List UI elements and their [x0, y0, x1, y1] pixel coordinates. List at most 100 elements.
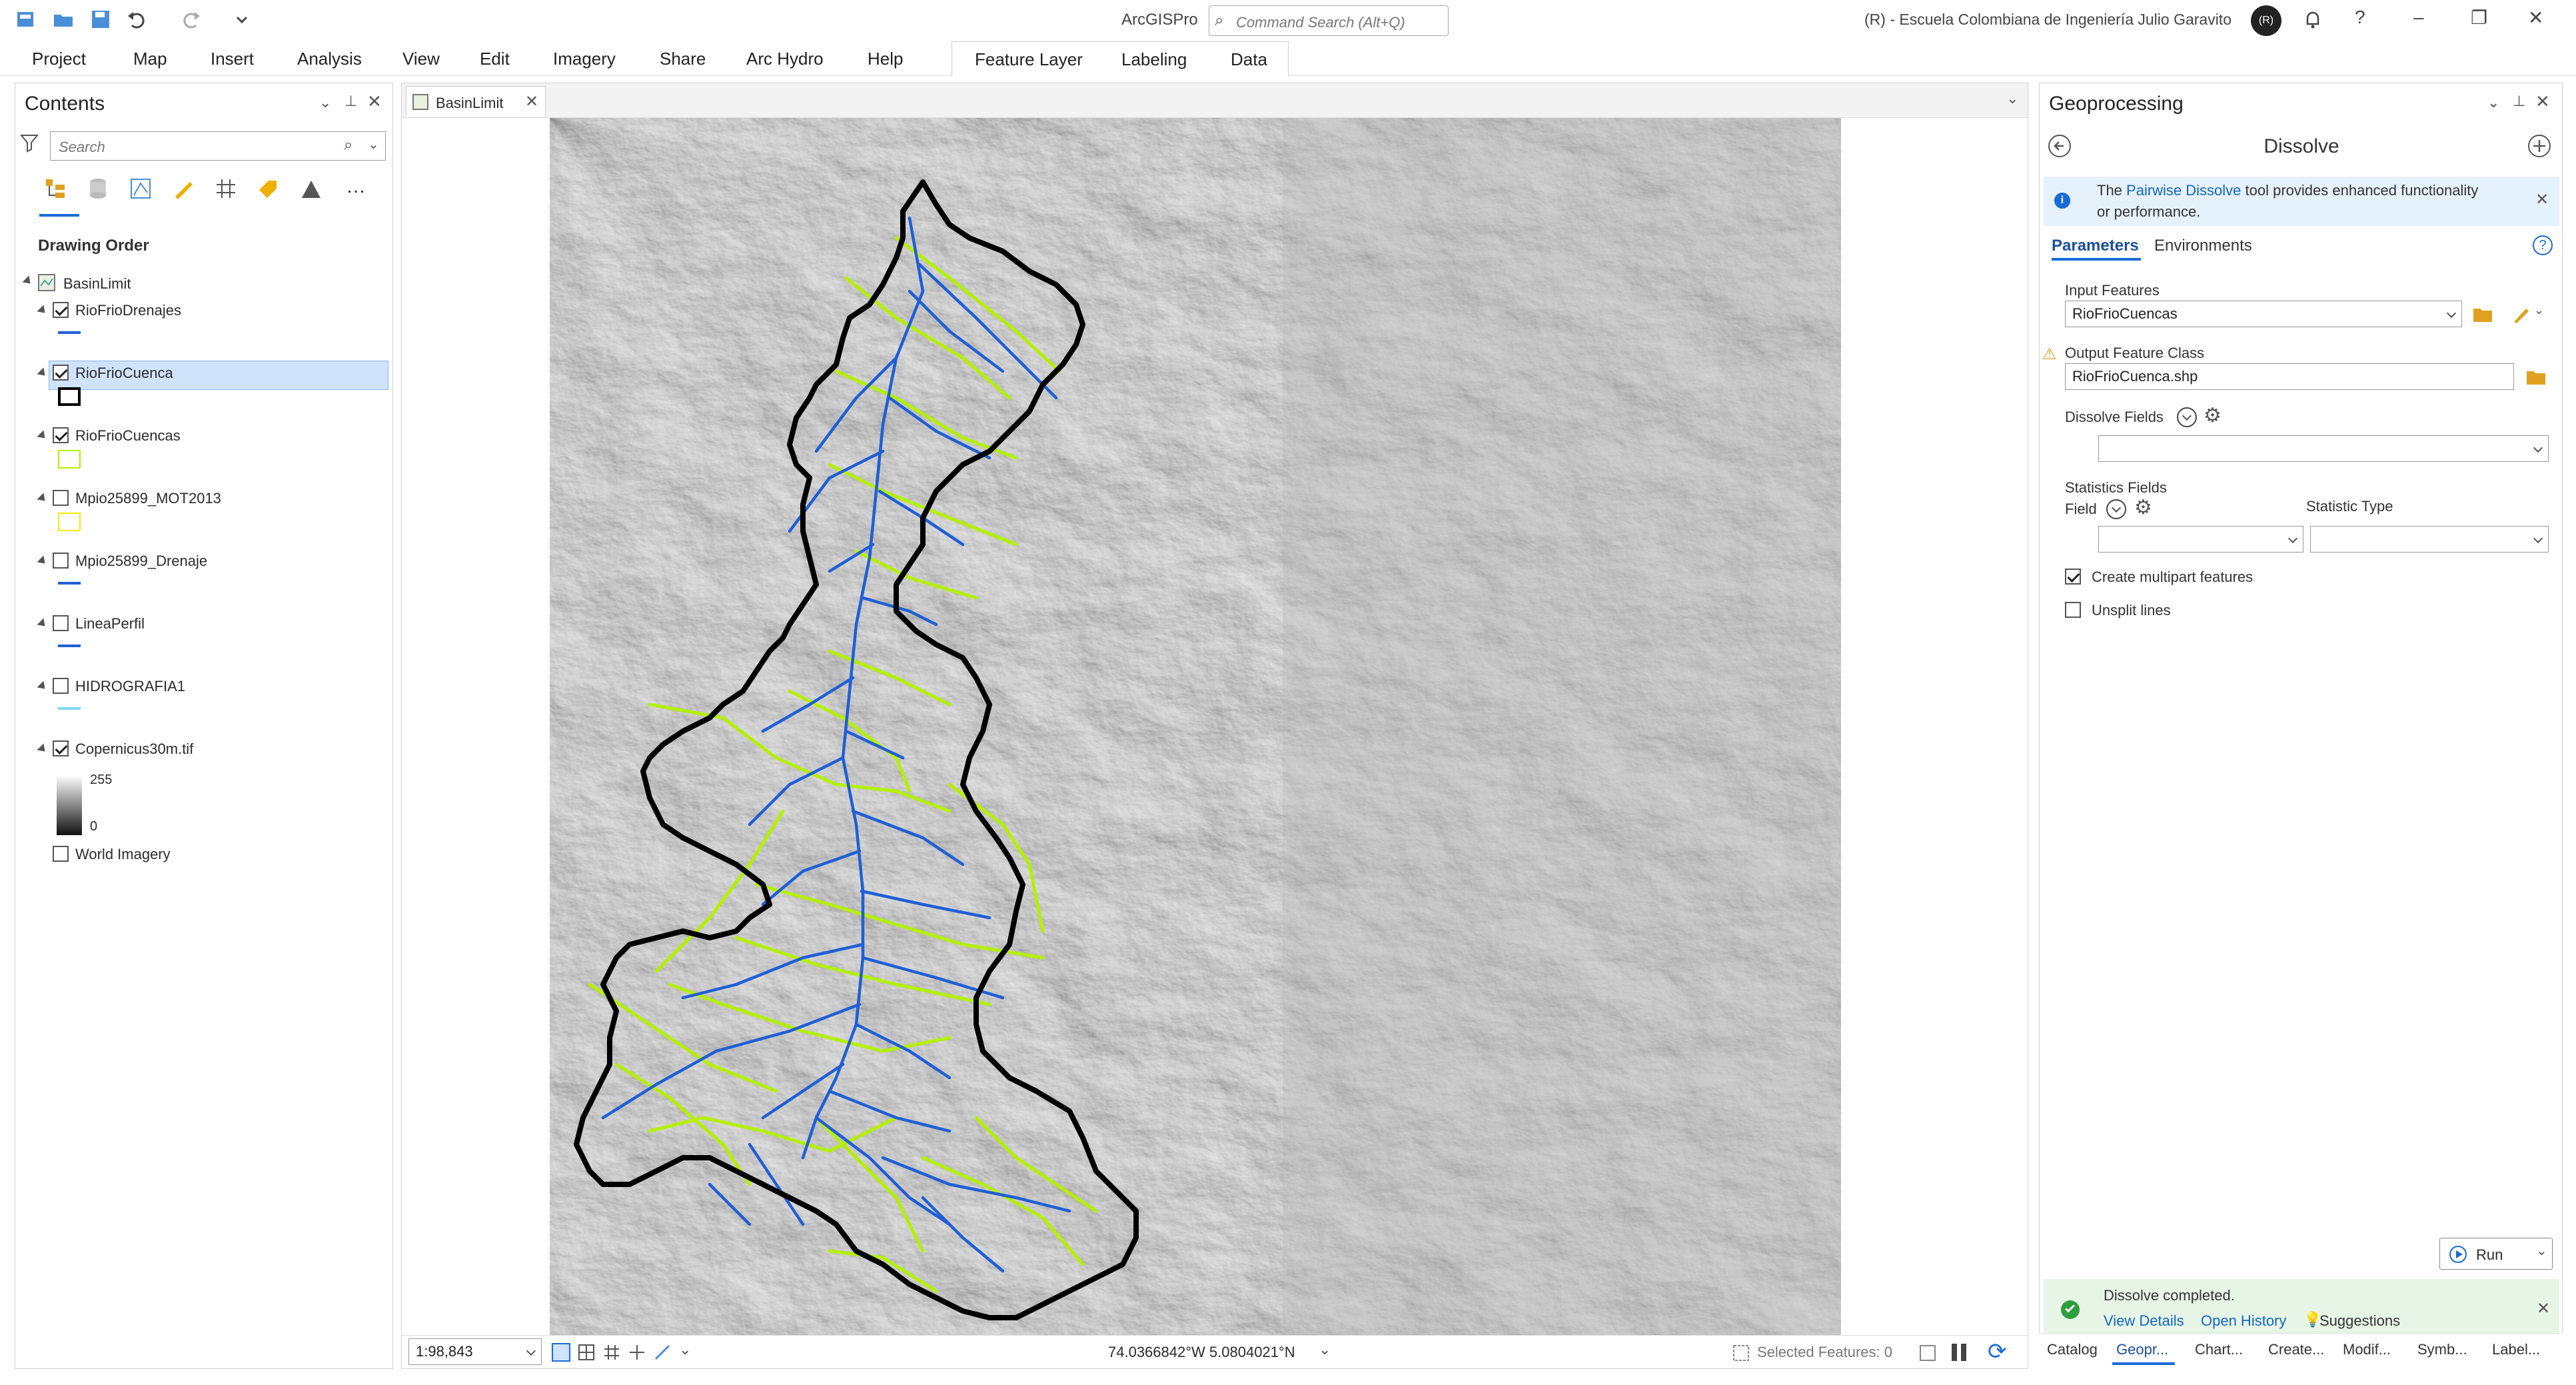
collapse-map-icon[interactable] — [22, 275, 34, 287]
grid-icon[interactable] — [576, 1342, 596, 1362]
tab-share[interactable]: Share — [660, 47, 706, 71]
tab-arc-hydro[interactable]: Arc Hydro — [746, 47, 824, 71]
expand-layer-icon[interactable] — [37, 681, 49, 692]
list-by-snapping-icon[interactable] — [213, 175, 239, 202]
new-project-icon[interactable] — [15, 8, 37, 31]
expand-layer-icon[interactable] — [37, 493, 49, 505]
tab-catalog[interactable]: Catalog — [2047, 1341, 2098, 1358]
line-symbol-swatch[interactable] — [58, 707, 81, 710]
expand-dissolve-fields-icon[interactable] — [2177, 407, 2197, 427]
pairwise-dissolve-link[interactable]: Pairwise Dissolve — [2126, 182, 2241, 199]
selected-features-count[interactable]: Selected Features: 0 — [1757, 1344, 1892, 1361]
tab-view[interactable]: View — [402, 47, 440, 71]
tab-parameters[interactable]: Parameters — [2052, 237, 2139, 255]
tab-data[interactable]: Data — [1231, 47, 1267, 71]
layer-name[interactable]: LineaPerfil — [75, 615, 145, 633]
table-icon[interactable] — [1918, 1344, 1937, 1362]
layer-name[interactable]: HIDROGRAFIA1 — [75, 678, 185, 695]
polygon-symbol-swatch[interactable] — [58, 513, 81, 531]
tab-symbology[interactable]: Symb... — [2417, 1341, 2467, 1358]
expand-layer-icon[interactable] — [37, 305, 49, 317]
map-node-label[interactable]: BasinLimit — [63, 275, 131, 293]
layer-name[interactable]: RioFrioCuencas — [75, 427, 181, 445]
unsplit-lines-checkbox[interactable] — [2065, 602, 2081, 618]
tab-imagery[interactable]: Imagery — [553, 47, 616, 71]
chevron-down-icon[interactable]: ⌄ — [679, 1341, 691, 1358]
correction-icon[interactable] — [652, 1342, 672, 1362]
filter-icon[interactable] — [19, 133, 39, 153]
close-tab-icon[interactable]: ✕ — [525, 92, 538, 111]
map-tab[interactable]: BasinLimit ✕ — [406, 86, 546, 117]
layer-visibility-checkbox[interactable] — [53, 490, 69, 506]
layer-visibility-checkbox[interactable] — [53, 553, 69, 569]
close-info-icon[interactable]: ✕ — [2535, 190, 2549, 209]
layer-name[interactable]: Mpio25899_MOT2013 — [75, 490, 221, 507]
pin-icon[interactable]: ⊥ — [344, 93, 357, 110]
close-pane-icon[interactable]: ✕ — [367, 91, 382, 112]
tab-environments[interactable]: Environments — [2154, 237, 2252, 255]
list-by-data-source-icon[interactable] — [85, 175, 111, 202]
undo-icon[interactable] — [125, 8, 148, 31]
run-button[interactable]: Run ⌄ — [2439, 1238, 2553, 1270]
statistics-field-select[interactable] — [2098, 526, 2303, 553]
restore-icon[interactable]: ❐ — [2471, 7, 2487, 29]
tab-labeling[interactable]: Labeling — [1121, 47, 1187, 71]
tab-help[interactable]: Help — [868, 47, 903, 71]
navigation-tool-icon[interactable] — [551, 1342, 571, 1362]
tab-map[interactable]: Map — [133, 47, 167, 71]
coordinate-format-chevron-icon[interactable]: ⌄ — [1319, 1341, 1331, 1358]
basemap-checkbox[interactable] — [53, 846, 69, 862]
open-history-link[interactable]: Open History — [2201, 1312, 2286, 1330]
layer-visibility-checkbox[interactable] — [53, 365, 69, 381]
chevron-down-icon[interactable]: ⌄ — [2534, 303, 2544, 317]
layer-visibility-checkbox[interactable] — [53, 740, 69, 756]
tab-feature-layer[interactable]: Feature Layer — [975, 47, 1083, 71]
tab-chart[interactable]: Chart... — [2195, 1341, 2243, 1358]
polygon-symbol-swatch[interactable] — [58, 450, 81, 469]
tab-analysis[interactable]: Analysis — [297, 47, 362, 71]
close-pane-icon[interactable]: ✕ — [2535, 91, 2550, 112]
layer-name[interactable]: RioFrioDrenajes — [75, 302, 181, 319]
redo-icon[interactable] — [180, 8, 203, 31]
line-symbol-swatch[interactable] — [58, 331, 81, 334]
expand-statistics-icon[interactable] — [2106, 499, 2126, 519]
gear-icon[interactable]: ⚙ — [2204, 406, 2222, 426]
expand-layer-icon[interactable] — [37, 618, 49, 630]
pane-options-icon[interactable]: ⌄ — [2487, 94, 2499, 111]
notification-bell-icon[interactable] — [2301, 8, 2324, 31]
chevron-down-icon[interactable]: ⌄ — [368, 136, 379, 153]
layer-visibility-checkbox[interactable] — [53, 427, 69, 443]
create-multipart-checkbox[interactable] — [2065, 569, 2081, 585]
scale-selector[interactable]: 1:98,843 — [408, 1338, 542, 1365]
layer-visibility-checkbox[interactable] — [53, 302, 69, 318]
tab-geoprocessing[interactable]: Geopr... — [2116, 1341, 2168, 1358]
list-by-perspective-imagery-icon[interactable] — [298, 175, 324, 202]
polygon-symbol-swatch[interactable] — [58, 387, 81, 406]
add-icon[interactable] — [2526, 133, 2553, 159]
close-window-icon[interactable]: ✕ — [2528, 7, 2543, 29]
avatar[interactable]: (R) — [2251, 5, 2281, 36]
tab-labeling-pane[interactable]: Label... — [2492, 1341, 2540, 1358]
layer-name[interactable]: Copernicus30m.tif — [75, 740, 193, 758]
list-by-labeling-icon[interactable] — [255, 175, 282, 202]
tab-modify-features[interactable]: Modif... — [2343, 1341, 2391, 1358]
gear-icon[interactable]: ⚙ — [2134, 498, 2152, 518]
view-details-link[interactable]: View Details — [2104, 1312, 2184, 1330]
statistic-type-select[interactable] — [2310, 526, 2549, 553]
list-by-selection-icon[interactable] — [127, 175, 154, 202]
browse-folder-icon[interactable] — [2471, 303, 2494, 325]
customize-qat-icon[interactable] — [231, 8, 253, 31]
expand-layer-icon[interactable] — [37, 367, 49, 379]
pane-options-icon[interactable]: ⌄ — [319, 94, 331, 111]
dismiss-status-icon[interactable]: ✕ — [2537, 1299, 2550, 1318]
constraints-icon[interactable] — [627, 1342, 647, 1362]
tab-insert[interactable]: Insert — [211, 47, 254, 71]
pin-icon[interactable]: ⊥ — [2513, 93, 2525, 110]
tab-list-chevron-icon[interactable]: ⌄ — [2006, 90, 2018, 107]
open-folder-icon[interactable] — [52, 8, 75, 31]
expand-layer-icon[interactable] — [37, 430, 49, 442]
chevron-down-icon[interactable]: ⌄ — [2536, 1242, 2547, 1259]
refresh-icon[interactable]: ⟳ — [1988, 1338, 2007, 1365]
layer-visibility-checkbox[interactable] — [53, 678, 69, 694]
line-symbol-swatch[interactable] — [58, 645, 81, 647]
